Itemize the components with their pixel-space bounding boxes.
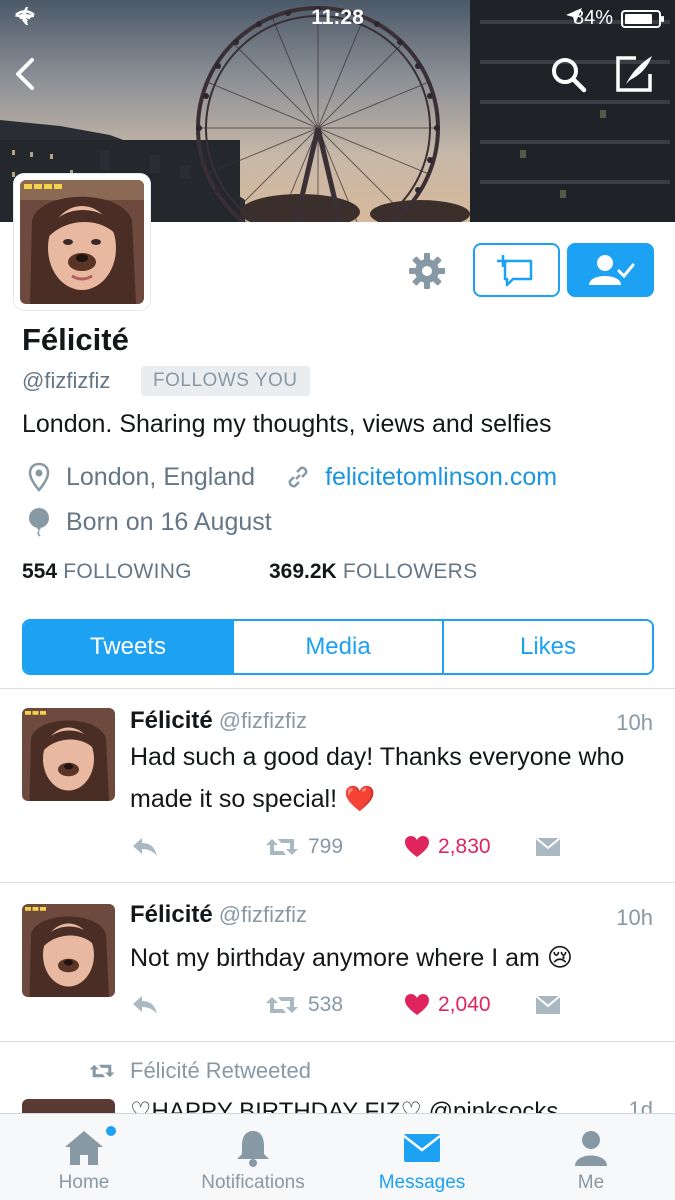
retweeted-indicator: Félicité Retweeted [88, 1058, 311, 1084]
profile-location: London, England [66, 462, 256, 491]
tabbar-messages[interactable]: Messages [338, 1114, 506, 1200]
gear-icon [409, 253, 445, 289]
tweet-text: Had such a good day! Thanks everyone who… [130, 743, 625, 813]
envelope-icon [403, 1134, 441, 1162]
compose-button[interactable] [612, 52, 656, 96]
user-check-icon [588, 255, 634, 285]
back-button[interactable] [4, 52, 48, 96]
tab-tweets[interactable]: Tweets [24, 621, 234, 673]
tabbar-label: Messages [378, 1172, 466, 1193]
home-icon [65, 1131, 103, 1165]
divider [0, 1041, 675, 1042]
followers-label: FOLLOWERS [342, 560, 478, 583]
status-bar: 11:28 84% [0, 0, 675, 38]
tabbar-home[interactable]: Home [0, 1114, 168, 1200]
tweet-actions: 799 2,830 [130, 835, 630, 865]
tabbar-label: Notifications [201, 1172, 305, 1193]
retweet-button[interactable]: 799 [264, 835, 343, 859]
direct-message-button[interactable] [473, 243, 560, 297]
status-right: 84% [565, 7, 664, 30]
envelope-icon [535, 995, 561, 1014]
tweet-avatar[interactable] [22, 904, 115, 997]
tweet-avatar[interactable] [22, 708, 115, 801]
like-count: 2,830 [438, 835, 491, 858]
profile-birthday: Born on 16 August [66, 507, 272, 536]
profile-name: Félicité [22, 322, 129, 357]
compose-icon [616, 56, 652, 92]
tabbar-notifications[interactable]: Notifications [169, 1114, 337, 1200]
tweet-author-handle: @fizfizfiz [218, 708, 308, 733]
reply-button[interactable] [130, 993, 160, 1017]
tab-likes[interactable]: Likes [444, 621, 652, 673]
tweet[interactable]: Félicité @fizfizfiz 10h Had such a good d… [0, 690, 675, 882]
retweet-icon [266, 839, 298, 855]
heart-icon [405, 994, 429, 1015]
tweet[interactable]: ♡HAPPY BIRTHDAY FIZ♡ @pinksocks 1d [0, 1095, 675, 1115]
like-button[interactable]: 2,830 [404, 835, 491, 859]
reply-button[interactable] [130, 835, 160, 859]
retweet-icon [89, 1064, 115, 1078]
like-button[interactable]: 2,040 [404, 993, 491, 1017]
profile-handle: @fizfizfiz [22, 368, 111, 393]
tweet-author-handle: @fizfizfiz [218, 902, 308, 927]
tweet-text: Not my birthday anymore where I am 😢 [130, 944, 573, 972]
reply-icon [133, 996, 157, 1014]
profile-website-link[interactable]: felicitetomlinson.com [325, 463, 557, 492]
heart-icon [405, 836, 429, 857]
battery-level [625, 13, 652, 24]
follows-you-badge: FOLLOWS YOU [141, 366, 310, 396]
direct-message-tweet-button[interactable] [534, 993, 562, 1017]
tabbar-me[interactable]: Me [507, 1114, 675, 1200]
like-count: 2,040 [438, 993, 491, 1016]
tab-media[interactable]: Media [234, 621, 444, 673]
back-arrow-icon [16, 58, 34, 90]
following-number: 554 [22, 560, 58, 583]
tweet-actions: 538 2,040 [130, 993, 630, 1023]
profile-meta-row: Born on 16 August [22, 505, 272, 539]
followers-count[interactable]: 369.2K FOLLOWERS [269, 560, 477, 584]
settings-button[interactable] [406, 250, 448, 292]
location-pin-icon [22, 460, 56, 494]
tweet[interactable]: Félicité @fizfizfiz 10h Not my birthday a… [0, 883, 675, 1041]
profile-avatar[interactable] [14, 174, 150, 310]
tabbar-label: Me [577, 1172, 605, 1193]
followers-number: 369.2K [269, 560, 337, 583]
retweeted-label: Félicité Retweeted [130, 1058, 311, 1083]
tweet-author[interactable]: Félicité @fizfizfiz [130, 901, 307, 929]
retweet-icon [266, 997, 298, 1013]
person-icon [575, 1131, 607, 1166]
tweet-author-name: Félicité [130, 901, 213, 928]
profile-meta-row: London, England felicitetomlinson.com [22, 460, 557, 494]
bell-icon [237, 1131, 269, 1167]
link-icon [281, 460, 315, 494]
battery-icon [621, 9, 664, 28]
bottom-tab-bar: Home Notifications Messages Me [0, 1113, 675, 1200]
tweet-timestamp: 10h [616, 905, 653, 930]
search-button[interactable] [546, 52, 590, 96]
profile-bio: London. Sharing my thoughts, views and s… [22, 410, 552, 438]
direct-message-tweet-button[interactable] [534, 835, 562, 859]
tweet-author[interactable]: Félicité @fizfizfiz [130, 707, 307, 735]
divider [0, 688, 675, 689]
balloon-icon [22, 505, 56, 539]
following-button[interactable] [567, 243, 654, 297]
retweet-count: 799 [308, 835, 344, 858]
search-icon [552, 58, 587, 93]
following-label: FOLLOWING [63, 560, 192, 583]
profile-photo [20, 180, 144, 304]
following-count[interactable]: 554 FOLLOWING [22, 560, 192, 584]
tabbar-label: Home [58, 1172, 110, 1193]
profile-tabs: Tweets Media Likes [22, 619, 654, 675]
tweet-timestamp: 10h [616, 710, 653, 735]
reply-icon [133, 838, 157, 856]
new-message-icon [496, 255, 532, 287]
notification-badge [106, 1126, 116, 1136]
retweet-button[interactable]: 538 [264, 993, 343, 1017]
retweet-count: 538 [308, 993, 344, 1016]
tweet-author-name: Félicité [130, 707, 213, 734]
envelope-icon [535, 837, 561, 856]
